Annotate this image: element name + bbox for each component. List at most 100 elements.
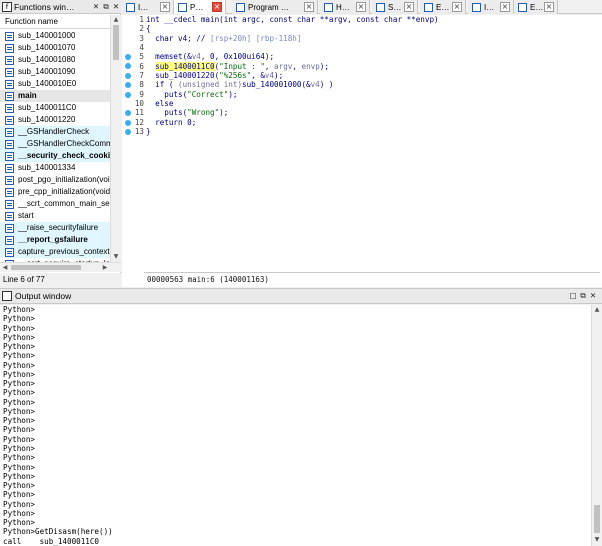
code-line[interactable]: 12 return 0; <box>134 118 602 127</box>
function-list-item[interactable]: __raise_securityfailure <box>0 222 110 234</box>
code-line[interactable]: 3 char v4; // [rsp+20h] [rbp-118h] <box>134 34 602 43</box>
breakpoint-dot[interactable] <box>125 91 131 98</box>
function-name: __security_check_cookie <box>18 151 110 160</box>
breakpoint-dot[interactable] <box>125 128 131 135</box>
breakpoint-dot[interactable] <box>125 54 131 61</box>
function-list-hscrollbar[interactable]: ◀ ▶ <box>0 262 121 272</box>
scroll-thumb[interactable] <box>594 505 600 533</box>
breakpoint-dot[interactable] <box>125 63 131 70</box>
function-icon <box>5 55 14 65</box>
function-list-item[interactable]: __scrt_common_main_seh( <box>0 198 110 210</box>
output-line: Python> <box>3 397 36 407</box>
view-tab[interactable]: I… × <box>122 0 174 14</box>
view-tab[interactable]: E… × <box>514 0 558 14</box>
function-list-item[interactable]: __report_gsfailure <box>0 234 110 246</box>
breakpoint-dot[interactable] <box>125 72 131 79</box>
function-name: sub_140001220 <box>18 115 76 124</box>
code-token: return 0; <box>146 117 197 127</box>
tab-close-icon[interactable]: × <box>160 2 170 12</box>
pseudocode-view[interactable]: 1 int __cdecl main(int argc, const char *… <box>122 15 602 287</box>
view-tab[interactable]: E… × <box>420 0 466 14</box>
function-list-item[interactable]: post_pgo_initialization(void <box>0 174 110 186</box>
code-line[interactable]: 9 puts("Correct"); <box>134 90 602 99</box>
function-list[interactable]: sub_140001000 sub_140001070 sub_140001080 s… <box>0 30 110 262</box>
pseudocode-lines[interactable]: 1 int __cdecl main(int argc, const char *… <box>134 15 602 270</box>
tab-close-icon[interactable]: × <box>212 2 222 12</box>
close-window-icon[interactable]: ✕ <box>111 2 121 12</box>
output-line: Python> <box>3 369 36 379</box>
code-line[interactable]: 1 int __cdecl main(int argc, const char *… <box>134 15 602 24</box>
float-icon[interactable]: ⧉ <box>101 2 111 12</box>
code-line[interactable]: 4 <box>134 43 602 52</box>
breakpoint-dot[interactable] <box>125 82 131 89</box>
code-line[interactable]: 5 memset(& v4, 0, 0x100ui64); <box>134 52 602 61</box>
code-line[interactable]: 7 sub_140001220("%256s", & v4); <box>134 71 602 80</box>
view-tab[interactable]: P… × <box>174 0 226 14</box>
code-token: memset(& <box>146 52 192 62</box>
tab-close-icon[interactable]: × <box>452 2 462 12</box>
function-list-item[interactable]: __security_check_cookie <box>0 150 110 162</box>
view-tab[interactable]: H… × <box>320 0 370 14</box>
float-icon[interactable]: □ <box>568 291 578 301</box>
function-list-item[interactable]: sub_140001090 <box>0 66 110 78</box>
tab-icon <box>518 2 527 12</box>
function-list-item[interactable]: sub_140001334 <box>0 162 110 174</box>
hscroll-thumb[interactable] <box>11 265 81 270</box>
function-list-item[interactable]: pre_cpp_initialization(void) <box>0 186 110 198</box>
function-icon <box>5 79 14 89</box>
function-icon <box>5 199 14 209</box>
function-list-item[interactable]: sub_1400010E0 <box>0 78 110 90</box>
code-line[interactable]: 13} <box>134 127 602 136</box>
tab-close-icon[interactable]: × <box>356 2 366 12</box>
float-icon[interactable]: ⧉ <box>578 291 588 301</box>
view-tab[interactable]: Program … × <box>232 0 318 14</box>
scroll-thumb[interactable] <box>113 25 119 60</box>
scroll-down-icon[interactable]: ▼ <box>592 535 602 545</box>
code-line[interactable]: 8 if ( (unsigned int) sub_140001000(& v4) … <box>134 80 602 89</box>
code-token: ) ) <box>319 80 334 90</box>
function-icon <box>5 103 14 113</box>
view-tab-bar: I… × P… × Program … × H… × S… × E… × I… × E… × <box>122 0 602 14</box>
function-icon <box>5 43 14 53</box>
tab-close-icon[interactable]: × <box>404 2 414 12</box>
function-list-item[interactable]: __GSHandlerCheck <box>0 126 110 138</box>
scroll-up-icon[interactable]: ▲ <box>592 305 602 315</box>
function-list-item[interactable]: capture_previous_context <box>0 246 110 258</box>
code-line[interactable]: 10 else <box>134 99 602 108</box>
code-line[interactable]: 6 sub_1400011C0("Input : ", argv, envp); <box>134 61 602 72</box>
code-line[interactable]: 11 puts("Wrong"); <box>134 108 602 117</box>
function-list-item[interactable]: sub_140001070 <box>0 42 110 54</box>
breakpoint-dot[interactable] <box>125 110 131 117</box>
function-list-item[interactable]: __GSHandlerCheckCommo <box>0 138 110 150</box>
output-vscrollbar[interactable]: ▲ ▼ <box>591 305 602 546</box>
close-icon[interactable]: ✕ <box>588 291 598 301</box>
tab-close-icon[interactable]: × <box>304 2 314 12</box>
function-list-item[interactable]: sub_140001220 <box>0 114 110 126</box>
tab-close-icon[interactable]: × <box>500 2 510 12</box>
code-line[interactable]: 2{ <box>134 24 602 33</box>
scroll-right-icon[interactable]: ▶ <box>100 263 110 273</box>
breakpoint-dot[interactable] <box>125 119 131 126</box>
function-name-column-header[interactable]: Function name <box>0 15 110 29</box>
scroll-left-icon[interactable]: ◀ <box>0 263 10 273</box>
close-icon[interactable]: ✕ <box>91 2 101 12</box>
function-list-item[interactable]: sub_140001080 <box>0 54 110 66</box>
function-list-item[interactable]: start <box>0 210 110 222</box>
output-console[interactable]: Python> Python> Python> Python> Python> Pytho… <box>0 305 591 546</box>
function-name: __scrt_common_main_seh( <box>18 199 110 208</box>
tab-close-icon[interactable]: × <box>544 2 554 12</box>
scroll-up-icon[interactable]: ▲ <box>111 15 121 25</box>
function-icon <box>5 115 14 125</box>
function-list-item[interactable]: main <box>0 90 110 102</box>
output-line: Python> <box>3 323 36 333</box>
scroll-down-icon[interactable]: ▼ <box>111 252 121 262</box>
function-icon <box>5 31 14 41</box>
function-list-vscrollbar[interactable]: ▲ ▼ <box>110 15 121 262</box>
view-tab[interactable]: I… × <box>468 0 514 14</box>
tab-label: H… <box>336 2 350 12</box>
tab-icon <box>126 2 135 12</box>
view-tab[interactable]: S… × <box>372 0 418 14</box>
function-list-item[interactable]: sub_140001000 <box>0 30 110 42</box>
breakpoint-gutter[interactable] <box>122 15 134 270</box>
function-list-item[interactable]: sub_1400011C0 <box>0 102 110 114</box>
